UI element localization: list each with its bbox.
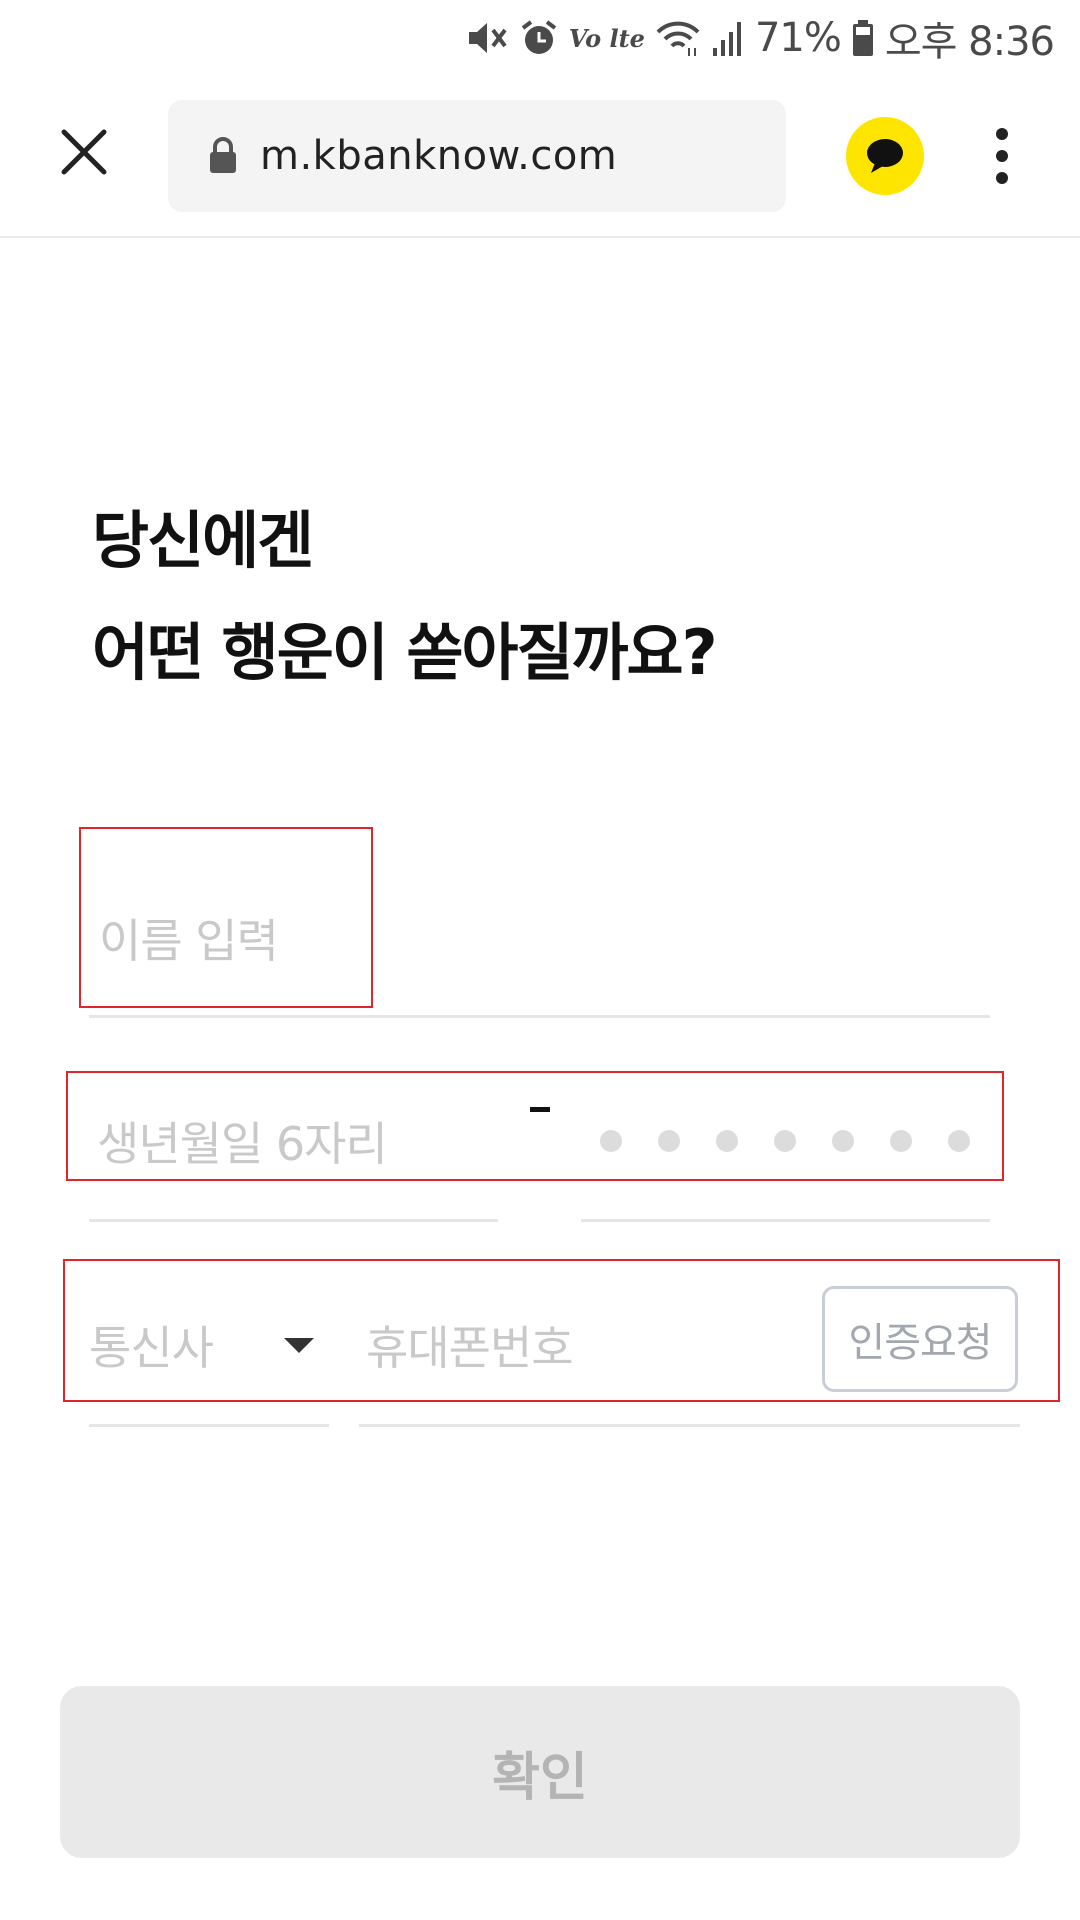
carrier-select[interactable]: 통신사 bbox=[89, 1312, 214, 1378]
alarm-icon bbox=[519, 18, 559, 58]
close-button[interactable] bbox=[54, 122, 114, 182]
rrn-dot bbox=[890, 1130, 912, 1152]
birth-underline bbox=[89, 1219, 498, 1222]
wifi-icon bbox=[655, 18, 701, 58]
status-bar: Vo lte 71% 오후 8:36 bbox=[0, 0, 1080, 76]
phone-underline bbox=[359, 1424, 1020, 1427]
more-vert-icon bbox=[996, 128, 1008, 184]
name-underline bbox=[89, 1015, 990, 1018]
rrn-dash bbox=[530, 1107, 550, 1112]
rrn-dot bbox=[948, 1130, 970, 1152]
url-text: m.kbanknow.com bbox=[260, 133, 618, 179]
rrn-dot bbox=[658, 1130, 680, 1152]
rrn-underline bbox=[581, 1219, 990, 1222]
rrn-dot bbox=[600, 1130, 622, 1152]
page-title: 당신에겐 어떤 행운이 쏟아질까요? bbox=[92, 485, 992, 709]
rrn-dot bbox=[774, 1130, 796, 1152]
lock-icon bbox=[208, 137, 238, 175]
kakaotalk-icon bbox=[867, 139, 903, 173]
kakaotalk-button[interactable] bbox=[846, 117, 924, 195]
verify-request-button[interactable]: 인증요청 bbox=[822, 1286, 1018, 1392]
phone-input[interactable]: 휴대폰번호 bbox=[366, 1312, 574, 1378]
browser-toolbar: m.kbanknow.com bbox=[0, 76, 1080, 238]
more-menu-button[interactable] bbox=[980, 122, 1024, 190]
rrn-dot bbox=[832, 1130, 854, 1152]
close-icon bbox=[61, 129, 107, 175]
clock: 오후 8:36 bbox=[884, 19, 1055, 65]
signal-icon bbox=[711, 18, 745, 58]
url-bar[interactable]: m.kbanknow.com bbox=[168, 100, 786, 212]
page: Vo lte 71% 오후 8:36 m.kbanknow.com 당신에겐 어… bbox=[0, 0, 1080, 1920]
mute-icon bbox=[465, 18, 509, 58]
confirm-button[interactable]: 확인 bbox=[60, 1686, 1020, 1858]
birth-date-input[interactable]: 생년월일 6자리 bbox=[97, 1108, 388, 1174]
volte-icon: Vo lte bbox=[568, 23, 645, 53]
chevron-down-icon[interactable] bbox=[284, 1338, 314, 1353]
battery-percent: 71% bbox=[754, 15, 842, 61]
battery-icon bbox=[851, 18, 875, 58]
name-input[interactable]: 이름 입력 bbox=[99, 905, 279, 971]
rrn-dot bbox=[716, 1130, 738, 1152]
title-line-2: 어떤 행운이 쏟아질까요? bbox=[92, 616, 718, 689]
title-line-1: 당신에겐 bbox=[92, 504, 314, 577]
carrier-underline bbox=[89, 1424, 329, 1427]
